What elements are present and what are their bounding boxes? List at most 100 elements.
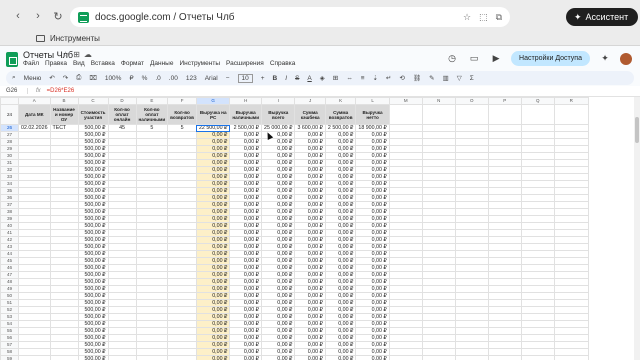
cell[interactable] [520,313,555,321]
cell[interactable] [18,208,51,216]
cell[interactable]: 0,00 ₽ [324,334,357,342]
cell[interactable] [167,145,197,153]
cell[interactable] [135,348,169,356]
cell[interactable]: 0,00 ₽ [294,285,326,293]
cell[interactable]: 0,00 ₽ [294,348,326,356]
cell[interactable]: 0,00 ₽ [229,208,263,216]
cell[interactable] [388,306,423,314]
cell[interactable] [18,187,51,195]
cell[interactable] [49,201,79,209]
cell[interactable]: 0,00 ₽ [324,271,357,279]
borders-icon[interactable]: ⊞ [333,74,338,82]
cell[interactable]: 500,00 ₽ [77,320,109,328]
cell[interactable] [388,285,423,293]
column-header-q[interactable]: Q [520,97,555,105]
row-number[interactable]: 32 [0,166,19,174]
cell[interactable] [18,180,51,188]
cell[interactable]: 0,00 ₽ [229,285,263,293]
cell[interactable] [520,229,555,237]
cell[interactable]: 500,00 ₽ [77,131,109,139]
cell[interactable] [487,271,522,279]
cell[interactable]: 0,00 ₽ [229,341,263,349]
cell[interactable]: 0,00 ₽ [324,313,357,321]
cell[interactable]: 0,00 ₽ [195,327,231,335]
cell[interactable] [135,292,169,300]
cell[interactable]: 0,00 ₽ [195,173,231,181]
cell[interactable]: 0,00 ₽ [261,257,296,265]
column-header-c[interactable]: C [77,97,109,105]
cell[interactable] [18,138,51,146]
header-cell[interactable]: Выручка нетто [355,104,390,125]
cell[interactable]: 0,00 ₽ [261,341,296,349]
avatar[interactable] [620,52,632,65]
cell[interactable] [49,145,79,153]
cell[interactable]: 0,00 ₽ [294,327,326,335]
cell[interactable]: 0,00 ₽ [294,334,326,342]
cell[interactable]: 0,00 ₽ [324,327,357,335]
cell[interactable] [454,222,489,230]
font-size-input[interactable]: 10 [237,73,253,83]
cell[interactable] [135,236,169,244]
cell[interactable] [49,278,79,286]
menu-insert[interactable]: Вставка [91,60,115,67]
cell[interactable] [388,180,423,188]
cell[interactable] [487,355,522,360]
cell[interactable]: 0,00 ₽ [261,299,296,307]
cell[interactable] [487,250,522,258]
cell[interactable]: 0,00 ₽ [324,257,357,265]
assistant-button[interactable]: ✦ Ассистент [566,8,638,26]
row-number[interactable]: 31 [0,159,19,167]
cell[interactable] [167,334,197,342]
cell[interactable] [421,278,456,286]
cell[interactable] [454,271,489,279]
cell[interactable]: 0,00 ₽ [229,173,263,181]
cell[interactable] [421,306,456,314]
currency-format-button[interactable]: ₽ [129,74,133,82]
cell[interactable] [454,278,489,286]
cell[interactable] [454,320,489,328]
cell[interactable]: 0,00 ₽ [324,236,357,244]
cell[interactable] [520,271,555,279]
cell[interactable] [487,229,522,237]
cell[interactable]: 0,00 ₽ [324,166,357,174]
cell[interactable] [18,166,51,174]
cell[interactable]: 0,00 ₽ [229,166,263,174]
cell[interactable] [454,166,489,174]
cell[interactable]: 0,00 ₽ [294,320,326,328]
cell[interactable] [553,229,589,237]
chart-icon[interactable]: ▥ [443,74,449,82]
cell[interactable]: 0,00 ₽ [355,257,390,265]
cell[interactable] [167,236,197,244]
cell[interactable] [487,194,522,202]
cell[interactable] [107,138,137,146]
cell[interactable] [167,208,197,216]
cell[interactable]: 0,00 ₽ [195,159,231,167]
cell[interactable] [107,243,137,251]
cell[interactable]: 0,00 ₽ [294,145,326,153]
cell[interactable]: 0,00 ₽ [355,348,390,356]
cell[interactable] [487,341,522,349]
cell[interactable] [18,334,51,342]
cell[interactable]: 0,00 ₽ [324,208,357,216]
cell[interactable] [135,250,169,258]
cell[interactable] [421,250,456,258]
cell[interactable] [388,166,423,174]
cell[interactable]: 0,00 ₽ [261,229,296,237]
cell[interactable] [107,201,137,209]
cell[interactable]: 0,00 ₽ [261,271,296,279]
paint-format-icon[interactable]: ⌧ [89,74,97,82]
cell[interactable] [167,187,197,195]
cell[interactable]: 500,00 ₽ [77,180,109,188]
cell[interactable] [107,278,137,286]
column-header-e[interactable]: E [135,97,169,105]
cell[interactable] [553,243,589,251]
cell[interactable]: 0,00 ₽ [324,222,357,230]
cell[interactable]: 0,00 ₽ [324,131,357,139]
cell[interactable]: 0,00 ₽ [294,215,326,223]
cell[interactable]: 45 [107,124,137,132]
cell[interactable] [18,194,51,202]
cell[interactable] [135,166,169,174]
cell[interactable] [18,292,51,300]
cell[interactable]: 0,00 ₽ [294,208,326,216]
cell[interactable]: 0,00 ₽ [229,152,263,160]
